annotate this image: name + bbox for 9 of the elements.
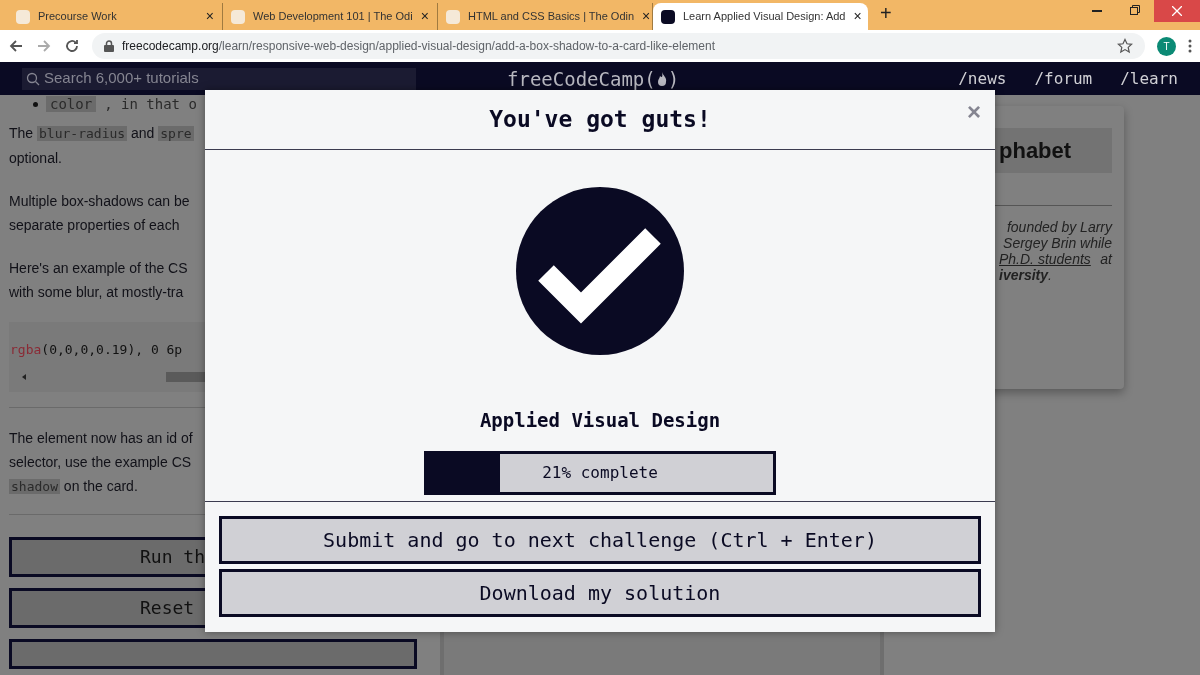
modal-title: You've got guts! bbox=[489, 105, 711, 135]
paragraph: Here's an example of the CS with some blur, at mostly-tra bbox=[9, 259, 189, 302]
progress-label: 21% complete bbox=[542, 461, 658, 484]
code-line: rgba(0,0,0,0.19), 0 6p bbox=[10, 342, 183, 357]
paragraph: , in that o bbox=[104, 95, 197, 114]
block-title: Applied Visual Design bbox=[479, 408, 721, 433]
paragraph: Multiple box-shadows can be separate properties of each bbox=[9, 192, 191, 235]
url-text: freecodecamp.org/learn/responsive-web-design/applied-visual-design/add-a-box-shadow-to-a-card-like-element bbox=[122, 38, 715, 55]
inline-code: color bbox=[46, 96, 97, 112]
